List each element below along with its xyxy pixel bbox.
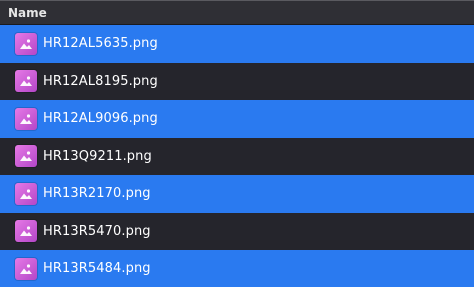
file-row[interactable]: HR12AL5635.png [0,25,474,63]
name-column-header[interactable]: Name [0,6,47,20]
file-row[interactable]: HR13R2170.png [0,175,474,213]
file-name: HR13R2170.png [43,186,151,202]
image-file-icon [15,70,37,93]
file-row[interactable]: HR12AL9096.png [0,100,474,138]
image-file-icon [15,182,37,205]
image-file-icon [15,220,37,243]
file-row[interactable]: HR12AL8195.png [0,62,474,100]
image-file-icon [15,145,37,168]
file-name: HR13Q9211.png [43,148,152,164]
file-name: HR13R5484.png [43,261,151,277]
column-header[interactable]: Name [0,1,474,25]
file-row[interactable]: HR13R5470.png [0,212,474,250]
file-list: Name HR12AL5635.png HR12AL8195.png HR12A… [0,0,474,287]
image-file-icon [15,107,37,130]
file-name: HR12AL9096.png [43,111,158,127]
image-file-icon [15,32,37,55]
file-row[interactable]: HR13R5484.png [0,250,474,287]
image-file-icon [15,257,37,280]
file-row[interactable]: HR13Q9211.png [0,137,474,175]
file-rows: HR12AL5635.png HR12AL8195.png HR12AL9096… [0,25,474,287]
file-name: HR12AL5635.png [43,36,158,52]
file-name: HR13R5470.png [43,223,151,239]
file-name: HR12AL8195.png [43,73,158,89]
